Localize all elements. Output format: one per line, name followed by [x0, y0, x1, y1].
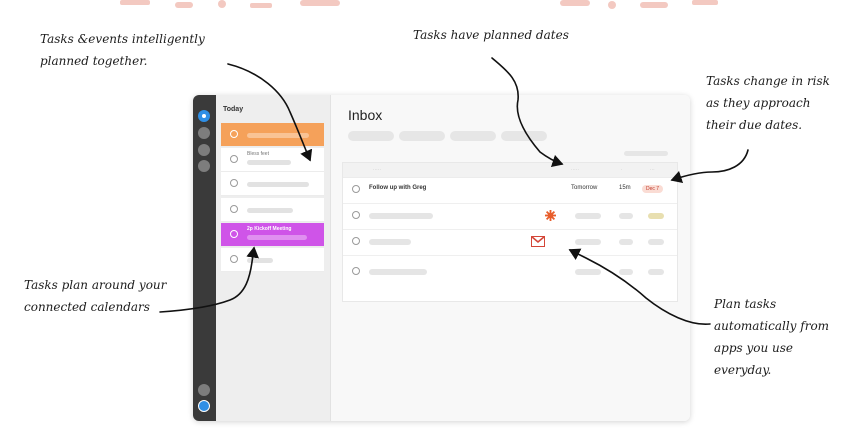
calendar-event[interactable]: 2p Kickoff Meeting: [221, 223, 324, 247]
task-checkbox[interactable]: [230, 130, 238, 138]
task-checkbox[interactable]: [230, 255, 238, 263]
day-planner: Today Bless feet 2p Kickoff Meeting: [216, 95, 331, 421]
annotation-apps: Plan tasks automatically from apps you u…: [714, 293, 846, 381]
asana-icon: [545, 210, 556, 221]
risk-indicator: [648, 213, 664, 219]
task-checkbox[interactable]: [230, 155, 238, 163]
table-row[interactable]: [343, 259, 677, 285]
table-row[interactable]: [343, 203, 677, 230]
task-placeholder: [369, 213, 433, 219]
planner-slot[interactable]: [221, 198, 324, 222]
annotation-dates: Tasks have planned dates: [413, 28, 569, 42]
rail-avatar-icon[interactable]: [198, 400, 210, 412]
table-header: ····· ····· · ···: [343, 163, 677, 178]
planner-slot[interactable]: [221, 248, 324, 272]
task-placeholder: [575, 213, 601, 219]
task-checkbox[interactable]: [352, 237, 360, 245]
annotation-calendars-line1: Tasks plan around your: [24, 278, 167, 292]
top-decoration: [120, 0, 718, 9]
inbox-panel: Inbox ····· ····· · ··· Follow up with G…: [331, 95, 690, 421]
task-checkbox[interactable]: [230, 179, 238, 187]
annotation-risk-line2: as they approach: [706, 96, 811, 110]
task-placeholder: [575, 269, 601, 275]
annotation-apps-line1: Plan tasks: [714, 297, 777, 311]
slot-placeholder: [247, 160, 291, 165]
task-estimate: 15m: [619, 185, 631, 191]
slot-placeholder: [247, 208, 293, 213]
planner-slot[interactable]: Bless feet: [221, 148, 324, 172]
app-rail: [193, 95, 216, 421]
annotation-risk-line1: Tasks change in risk: [706, 74, 830, 88]
annotation-risk-line3: their due dates.: [706, 118, 803, 132]
task-placeholder: [648, 269, 664, 275]
task-placeholder: [648, 239, 664, 245]
due-date-badge: Dec 7: [642, 185, 664, 193]
filter-pill[interactable]: [399, 131, 445, 141]
annotation-calendars-line2: connected calendars: [24, 300, 150, 314]
rail-item-icon[interactable]: [198, 144, 210, 156]
task-checkbox[interactable]: [230, 205, 238, 213]
task-placeholder: [369, 269, 427, 275]
header-placeholder: ·····: [571, 167, 580, 172]
rail-settings-icon[interactable]: [198, 384, 210, 396]
task-placeholder: [575, 239, 601, 245]
slot-label: Bless feet: [247, 151, 269, 157]
app-window: Today Bless feet 2p Kickoff Meeting Inbo…: [193, 95, 690, 421]
gmail-icon: [531, 236, 545, 247]
annotation-events-line1: Tasks &events intelligently: [40, 32, 205, 46]
slot-placeholder: [247, 258, 273, 263]
slot-placeholder: [247, 133, 309, 138]
table-row[interactable]: Follow up with Greg Tomorrow 15m Dec 7: [343, 177, 677, 204]
planner-slot[interactable]: [221, 123, 324, 147]
annotation-events: Tasks &events intelligently planned toge…: [40, 28, 205, 72]
event-placeholder: [247, 235, 307, 240]
annotation-risk: Tasks change in risk as they approach th…: [706, 70, 830, 136]
toolbar-pill[interactable]: [624, 151, 668, 156]
day-title: Today: [223, 106, 244, 113]
event-label: 2p Kickoff Meeting: [247, 226, 292, 232]
task-placeholder: [619, 213, 633, 219]
filter-pill[interactable]: [450, 131, 496, 141]
slot-placeholder: [247, 182, 309, 187]
task-checkbox[interactable]: [230, 230, 238, 238]
annotation-apps-line2: automatically from: [714, 319, 830, 333]
rail-home-icon[interactable]: [198, 110, 210, 122]
task-placeholder: [369, 239, 411, 245]
task-checkbox[interactable]: [352, 211, 360, 219]
annotation-apps-line3: apps you use everyday.: [714, 341, 794, 377]
task-placeholder: [619, 269, 633, 275]
header-placeholder: ·····: [373, 167, 382, 172]
annotation-events-line2: planned together.: [40, 54, 148, 68]
task-title: Follow up with Greg: [369, 185, 427, 191]
rail-item-icon[interactable]: [198, 127, 210, 139]
filter-pill[interactable]: [348, 131, 394, 141]
task-planned-date: Tomorrow: [571, 185, 598, 191]
header-placeholder: ·: [621, 167, 623, 172]
header-placeholder: ···: [650, 167, 655, 172]
planner-slot[interactable]: [221, 172, 324, 196]
filter-pill[interactable]: [501, 131, 547, 141]
annotation-calendars: Tasks plan around your connected calenda…: [24, 274, 166, 318]
page-title: Inbox: [348, 107, 383, 123]
task-placeholder: [619, 239, 633, 245]
task-table: ····· ····· · ··· Follow up with Greg To…: [342, 162, 678, 302]
rail-item-icon[interactable]: [198, 160, 210, 172]
table-row[interactable]: [343, 229, 677, 256]
task-checkbox[interactable]: [352, 267, 360, 275]
task-checkbox[interactable]: [352, 185, 360, 193]
